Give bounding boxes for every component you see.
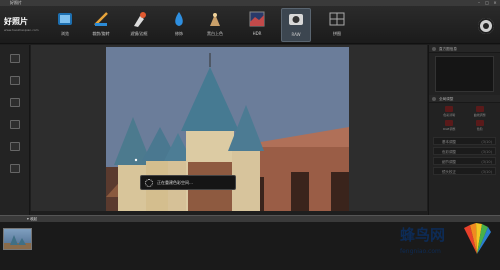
raw-icon bbox=[287, 11, 305, 29]
collage-icon bbox=[328, 10, 346, 28]
tool-name: 色阶 bbox=[476, 127, 483, 131]
help-icon bbox=[10, 164, 20, 173]
tool-sharpen[interactable]: 色彩清晰 bbox=[435, 106, 464, 118]
right-panel: 直方图信息 全局调整 色彩清晰 曲线调整 RGB调整 色阶 基本调整 (3/10)… bbox=[428, 45, 500, 215]
sidebar-item-save[interactable] bbox=[0, 73, 30, 95]
panel-row-basic[interactable]: 基本调整 (3/10) bbox=[433, 137, 496, 145]
hdr-icon bbox=[248, 10, 266, 28]
tool-colorize[interactable]: 黑白上色 bbox=[200, 8, 230, 42]
histogram-display bbox=[435, 56, 494, 92]
folder-icon bbox=[10, 54, 20, 63]
panel-row-color[interactable]: 色彩调整 (3/10) bbox=[433, 147, 496, 155]
panel-row-lens[interactable]: 镜头校正 (3/10) bbox=[433, 167, 496, 175]
sidebar-item-saveas[interactable] bbox=[0, 95, 30, 117]
tool-label: HDR bbox=[252, 31, 262, 36]
filmstrip-toggle-label: 收起 bbox=[29, 217, 38, 221]
row-label: 基本调整 bbox=[442, 140, 456, 144]
colorize-icon bbox=[206, 10, 224, 28]
tool-crop[interactable]: 裁剪/旋转 bbox=[86, 8, 116, 42]
sidebar-item-open[interactable] bbox=[0, 51, 30, 73]
panel-row-detail[interactable]: 细节调整 (3/10) bbox=[433, 157, 496, 165]
global-adjust-header[interactable]: 全局调整 bbox=[429, 95, 500, 103]
watermark-url: fengniao.com bbox=[400, 248, 441, 255]
row-count: (3/10) bbox=[481, 150, 492, 154]
filmstrip-thumbnail[interactable] bbox=[3, 228, 32, 250]
tool-label: 浏览 bbox=[61, 31, 69, 36]
sidebar-item-help[interactable] bbox=[0, 161, 30, 183]
row-label: 镜头校正 bbox=[442, 170, 456, 174]
tool-name: 色彩清晰 bbox=[443, 113, 456, 117]
tool-rgb[interactable]: RGB调整 bbox=[435, 120, 464, 132]
tool-raw[interactable]: RAW bbox=[281, 8, 311, 42]
retouch-icon bbox=[170, 10, 188, 28]
curves-icon bbox=[475, 106, 484, 112]
row-count: (3/10) bbox=[481, 170, 492, 174]
crop-icon bbox=[92, 10, 110, 28]
tool-collage[interactable]: 拼图 bbox=[322, 8, 352, 42]
settings-gear-icon[interactable] bbox=[478, 18, 494, 34]
status-message: 正在重建色彩空间… bbox=[157, 180, 193, 185]
tool-label: 拼图 bbox=[333, 31, 341, 36]
app-logo: 好照片 www.haozhaopian.com bbox=[4, 16, 39, 32]
main-toolbar: 好照片 www.haozhaopian.com 浏览 裁剪/旋转 滤镜/边框 修… bbox=[0, 6, 500, 44]
sidebar-item-compare[interactable] bbox=[0, 117, 30, 139]
row-count: (3/10) bbox=[481, 140, 492, 144]
photo-canvas: 正在重建色彩空间… bbox=[31, 45, 427, 211]
window-title: 好照片 bbox=[10, 0, 22, 5]
row-count: (3/10) bbox=[481, 160, 492, 164]
tool-name: RGB调整 bbox=[443, 127, 456, 131]
minimize-button[interactable]: – bbox=[476, 0, 482, 5]
tool-levels[interactable]: 色阶 bbox=[466, 120, 495, 132]
save-icon bbox=[10, 76, 20, 85]
sidebar-item-share[interactable] bbox=[0, 139, 30, 161]
share-icon bbox=[10, 142, 20, 151]
close-button[interactable]: × bbox=[492, 0, 498, 5]
rgb-icon bbox=[445, 120, 454, 126]
loading-spinner-icon bbox=[145, 179, 153, 187]
row-label: 色彩调整 bbox=[442, 150, 456, 154]
tool-name: 曲线调整 bbox=[473, 113, 486, 117]
watermark: 蜂鸟网 fengniao.com bbox=[386, 220, 496, 266]
tool-label: 裁剪/旋转 bbox=[92, 31, 110, 36]
watermark-text: 蜂鸟网 bbox=[400, 226, 446, 244]
tool-label: 黑白上色 bbox=[207, 31, 223, 36]
logo-text: 好照片 bbox=[4, 17, 28, 26]
tool-hdr[interactable]: HDR bbox=[242, 8, 272, 42]
tool-curves[interactable]: 曲线调整 bbox=[466, 106, 495, 118]
logo-subtext: www.haozhaopian.com bbox=[4, 28, 39, 32]
sharpen-icon bbox=[445, 106, 454, 112]
tool-filter[interactable]: 滤镜/边框 bbox=[124, 8, 154, 42]
filter-icon bbox=[130, 10, 148, 28]
browse-icon bbox=[56, 10, 74, 28]
tool-label: RAW bbox=[291, 32, 301, 37]
tool-grid: 色彩清晰 曲线调整 RGB调整 色阶 bbox=[429, 103, 500, 135]
compare-icon bbox=[10, 120, 20, 129]
maximize-button[interactable]: □ bbox=[484, 0, 490, 5]
row-label: 细节调整 bbox=[442, 160, 456, 164]
tool-label: 修饰 bbox=[175, 31, 183, 36]
watermark-logo-icon bbox=[462, 222, 492, 256]
tool-label: 滤镜/边框 bbox=[130, 31, 148, 36]
save-as-icon bbox=[10, 98, 20, 107]
left-sidebar bbox=[0, 45, 30, 215]
levels-icon bbox=[475, 120, 484, 126]
tool-retouch[interactable]: 修饰 bbox=[164, 8, 194, 42]
tool-browse[interactable]: 浏览 bbox=[50, 8, 80, 42]
status-overlay: 正在重建色彩空间… bbox=[140, 175, 236, 190]
histogram-header[interactable]: 直方图信息 bbox=[429, 45, 500, 53]
